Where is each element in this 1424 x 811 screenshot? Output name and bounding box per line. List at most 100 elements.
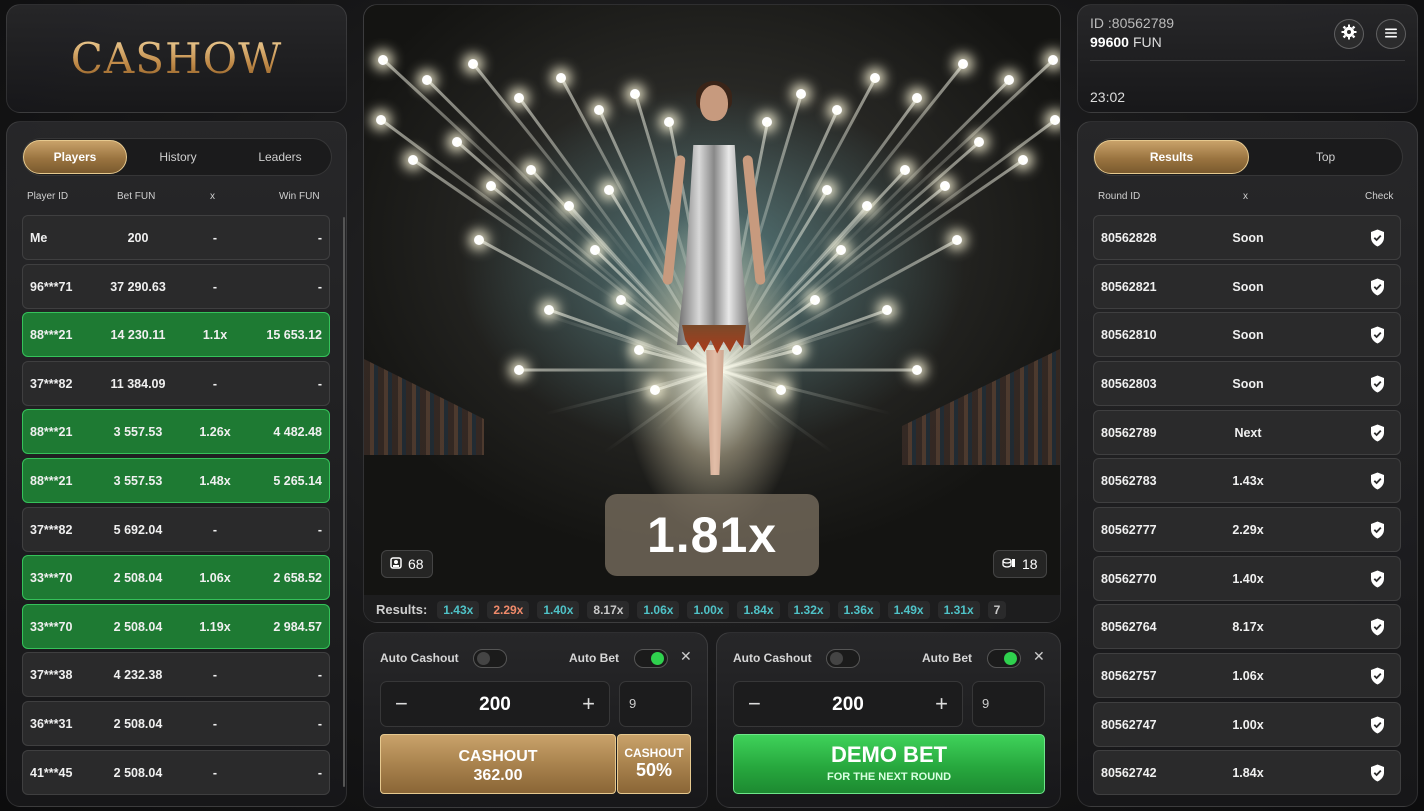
player-multiplier: -: [212, 522, 218, 537]
shield-check-icon[interactable]: [1370, 278, 1385, 296]
player-win: -: [317, 522, 322, 537]
shield-check-icon[interactable]: [1370, 716, 1385, 734]
player-id: Me: [30, 231, 48, 245]
bet-amount-stepper[interactable]: − 200 +: [380, 681, 610, 727]
table-row[interactable]: 80562789 Next: [1093, 409, 1401, 455]
table-row[interactable]: 80562821 Soon: [1093, 263, 1401, 309]
player-id: 96***71: [30, 279, 73, 294]
player-bet: 5 692.04: [113, 522, 163, 537]
table-row[interactable]: 80562803 Soon: [1093, 360, 1401, 406]
result-chip: 1.00x: [687, 600, 730, 619]
col-player-id: Player ID: [27, 191, 69, 202]
bet-amount[interactable]: 200: [381, 694, 609, 716]
light-beam: [861, 58, 1055, 238]
results-bar: Results: 1.43x 2.29x 1.40x 8.17x 1.06x 1.00x 1…: [364, 595, 1060, 622]
shield-check-icon[interactable]: [1370, 667, 1385, 685]
table-row[interactable]: 80562777 2.29x: [1093, 506, 1401, 552]
tab-players[interactable]: Players: [23, 140, 127, 174]
player-id: 33***70: [30, 571, 73, 586]
result-chip: 1.31x: [937, 600, 980, 619]
plus-icon[interactable]: +: [935, 691, 948, 717]
plus-icon[interactable]: +: [582, 691, 595, 717]
table-row[interactable]: 80562783 1.43x: [1093, 458, 1401, 504]
tab-top[interactable]: Top: [1249, 140, 1402, 174]
cashout-amount: 362.00: [473, 767, 523, 784]
players-scrollbar[interactable]: [343, 217, 345, 787]
player-multiplier: -: [212, 231, 218, 245]
bet-panel-right: Auto Cashout Auto Bet ✕ − 200 + 9 DEMO B…: [716, 632, 1061, 808]
player-bet: 200: [127, 231, 149, 245]
auto-bet-toggle[interactable]: [634, 649, 668, 668]
result-chip: 1.32x: [787, 600, 830, 619]
auto-cashout-toggle[interactable]: [473, 649, 507, 668]
player-multiplier: -: [212, 279, 218, 294]
table-row: 41***45 2 508.04 - -: [22, 749, 330, 795]
game-stage: 1.81x 68 18: [364, 5, 1060, 595]
table-row: Me 200 - -: [22, 215, 330, 260]
partial-cashout-button[interactable]: CASHOUT 50%: [617, 734, 691, 794]
tab-history[interactable]: History: [127, 140, 229, 174]
close-icon[interactable]: ✕: [1033, 648, 1045, 665]
shield-check-icon[interactable]: [1370, 326, 1385, 344]
table-row[interactable]: 80562757 1.06x: [1093, 652, 1401, 698]
auto-bet-label: Auto Bet: [569, 651, 619, 665]
auto-cashout-toggle[interactable]: [826, 649, 860, 668]
players-icon: [390, 556, 402, 572]
result-chip: 2.29x: [487, 600, 530, 619]
demo-bet-button[interactable]: DEMO BET FOR THE NEXT ROUND: [733, 734, 1045, 794]
result-chip: 8.17x: [587, 600, 630, 619]
shield-check-icon[interactable]: [1370, 764, 1385, 782]
table-row[interactable]: 80562828 Soon: [1093, 215, 1401, 260]
round-multiplier: 2.29x: [1232, 522, 1264, 537]
table-row[interactable]: 80562764 8.17x: [1093, 604, 1401, 650]
col-bet: Bet FUN: [117, 191, 156, 202]
player-bet: 3 557.53: [113, 425, 163, 440]
table-row: 88***21 3 557.53 1.26x 4 482.48: [22, 409, 330, 455]
shield-check-icon[interactable]: [1370, 618, 1385, 636]
results-label: Results:: [376, 602, 428, 617]
player-multiplier: 1.06x: [199, 571, 231, 586]
partial-cashout-label: CASHOUT: [624, 746, 684, 760]
result-chip: 1.36x: [837, 600, 880, 619]
shield-check-icon[interactable]: [1370, 424, 1385, 442]
round-id: 80562747: [1101, 717, 1157, 732]
shield-check-icon[interactable]: [1370, 521, 1385, 539]
model-dress: [677, 145, 751, 345]
table-row[interactable]: 80562770 1.40x: [1093, 555, 1401, 601]
player-bet: 11 384.09: [110, 376, 166, 391]
results-history: 1.43x 2.29x 1.40x 8.17x 1.06x 1.00x 1.84x 1.32x…: [437, 600, 1007, 619]
shield-check-icon[interactable]: [1370, 375, 1385, 393]
player-multiplier: -: [212, 765, 218, 780]
auto-rounds-field[interactable]: 9: [619, 681, 692, 727]
player-id: 33***70: [30, 619, 73, 634]
settings-button[interactable]: [1334, 19, 1364, 49]
light-beam: [657, 368, 918, 372]
gear-icon: [1341, 24, 1357, 44]
shield-check-icon[interactable]: [1370, 570, 1385, 588]
tab-results[interactable]: Results: [1094, 140, 1249, 174]
table-row[interactable]: 80562742 1.84x: [1093, 750, 1401, 796]
auto-bet-toggle[interactable]: [987, 649, 1021, 668]
results-tabs: Results Top: [1093, 138, 1403, 176]
auto-rounds-field[interactable]: 9: [972, 681, 1045, 727]
shield-check-icon[interactable]: [1370, 472, 1385, 490]
shield-check-icon[interactable]: [1370, 229, 1385, 247]
bet-amount[interactable]: 200: [734, 694, 962, 716]
bet-panel-left: Auto Cashout Auto Bet ✕ − 200 + 9 CASHOU…: [363, 632, 708, 808]
players-counter: 68: [381, 550, 433, 578]
table-row[interactable]: 80562810 Soon: [1093, 312, 1401, 358]
table-row: 33***70 2 508.04 1.19x 2 984.57: [22, 603, 330, 649]
player-bet: 2 508.04: [113, 765, 163, 780]
round-id: 80562770: [1101, 571, 1157, 586]
table-row: 88***21 14 230.11 1.1x 15 653.12: [22, 312, 330, 358]
player-win: -: [317, 668, 322, 683]
menu-button[interactable]: [1376, 19, 1406, 49]
table-row: 33***70 2 508.04 1.06x 2 658.52: [22, 555, 330, 601]
close-icon[interactable]: ✕: [680, 648, 692, 665]
players-tabs: Players History Leaders: [22, 138, 332, 176]
cashout-button[interactable]: CASHOUT 362.00: [380, 734, 616, 794]
round-id: 80562828: [1101, 231, 1157, 245]
tab-leaders[interactable]: Leaders: [229, 140, 331, 174]
table-row[interactable]: 80562747 1.00x: [1093, 701, 1401, 747]
bet-amount-stepper[interactable]: − 200 +: [733, 681, 963, 727]
